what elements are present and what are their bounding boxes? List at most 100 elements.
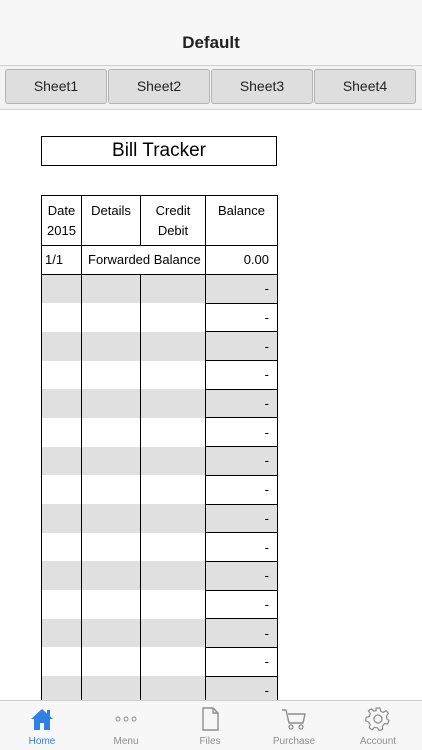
cell-credit-debit[interactable] bbox=[140, 647, 206, 677]
cell-details[interactable] bbox=[81, 475, 141, 504]
sheet-title[interactable]: Bill Tracker bbox=[41, 136, 277, 166]
cell-balance[interactable]: - bbox=[205, 331, 278, 361]
tab-sheet2[interactable]: Sheet2 bbox=[108, 69, 210, 104]
cell-credit-debit[interactable] bbox=[140, 561, 206, 591]
home-icon bbox=[31, 709, 53, 730]
tab-menu-label: Menu bbox=[113, 736, 139, 747]
cell-date[interactable] bbox=[41, 417, 82, 447]
table-row: - bbox=[41, 302, 278, 332]
cell-credit-debit[interactable] bbox=[140, 389, 206, 418]
table-row: - bbox=[41, 388, 278, 418]
cell-details[interactable]: Forwarded Balance bbox=[81, 245, 206, 275]
table-row: - bbox=[41, 618, 278, 648]
cell-date[interactable] bbox=[41, 389, 82, 418]
cell-date[interactable] bbox=[41, 532, 82, 562]
bill-tracker-table: Date 2015 Details Credit Debit Balance 1… bbox=[41, 195, 278, 705]
table-row: - bbox=[41, 646, 278, 677]
cell-details[interactable] bbox=[81, 590, 141, 619]
cell-date[interactable]: 1/1 bbox=[41, 245, 82, 275]
navigation-bar: Default bbox=[0, 0, 422, 66]
more-dots-icon bbox=[115, 716, 137, 722]
header-details[interactable]: Details bbox=[81, 195, 141, 246]
cell-balance[interactable]: - bbox=[205, 589, 278, 619]
cell-balance[interactable]: - bbox=[205, 446, 278, 476]
cell-balance[interactable]: - bbox=[205, 560, 278, 591]
header-balance[interactable]: Balance bbox=[205, 195, 278, 246]
cart-icon bbox=[282, 709, 306, 730]
cell-details[interactable] bbox=[81, 532, 141, 562]
cell-credit-debit[interactable] bbox=[140, 618, 206, 648]
tab-sheet3[interactable]: Sheet3 bbox=[211, 69, 313, 104]
cell-details[interactable] bbox=[81, 360, 141, 390]
header-credit-debit[interactable]: Credit Debit bbox=[140, 195, 206, 246]
cell-details[interactable] bbox=[81, 647, 141, 677]
cell-details[interactable] bbox=[81, 618, 141, 648]
tab-account-label: Account bbox=[359, 736, 397, 747]
cell-credit-debit[interactable] bbox=[140, 504, 206, 533]
table-row: - bbox=[41, 589, 278, 619]
table-row: - bbox=[41, 274, 278, 304]
tab-purchase[interactable]: Purchase bbox=[252, 701, 336, 750]
table-row: - bbox=[41, 446, 278, 476]
cell-date[interactable] bbox=[41, 590, 82, 619]
table-row: - bbox=[41, 532, 278, 562]
cell-credit-debit[interactable] bbox=[140, 331, 206, 361]
table-row: - bbox=[41, 560, 278, 591]
header-debit-label: Debit bbox=[157, 223, 189, 238]
cell-balance[interactable]: - bbox=[205, 417, 278, 447]
bottom-tab-bar: Home Menu Files Purchase Account bbox=[0, 700, 422, 750]
cell-date[interactable] bbox=[41, 475, 82, 504]
page-title: Default bbox=[182, 33, 240, 52]
cell-credit-debit[interactable] bbox=[140, 590, 206, 619]
cell-credit-debit[interactable] bbox=[140, 417, 206, 447]
cell-date[interactable] bbox=[41, 618, 82, 648]
tab-home-label: Home bbox=[28, 736, 56, 747]
cell-credit-debit[interactable] bbox=[140, 303, 206, 332]
tab-account[interactable]: Account bbox=[336, 701, 420, 750]
tab-sheet1[interactable]: Sheet1 bbox=[5, 69, 107, 104]
cell-credit-debit[interactable] bbox=[140, 475, 206, 504]
table-row: - bbox=[41, 331, 278, 361]
cell-details[interactable] bbox=[81, 561, 141, 591]
header-row: Date 2015 Details Credit Debit Balance bbox=[41, 195, 278, 246]
header-details-label: Details bbox=[91, 203, 131, 218]
table-row-forwarded: 1/1 Forwarded Balance 0.00 bbox=[41, 245, 278, 275]
cell-date[interactable] bbox=[41, 303, 82, 332]
header-date[interactable]: Date 2015 bbox=[41, 195, 82, 246]
cell-balance[interactable]: - bbox=[205, 274, 278, 304]
cell-details[interactable] bbox=[81, 303, 141, 332]
cell-details[interactable] bbox=[81, 389, 141, 418]
cell-date[interactable] bbox=[41, 360, 82, 390]
cell-date[interactable] bbox=[41, 561, 82, 591]
cell-balance[interactable]: - bbox=[205, 503, 278, 533]
cell-balance[interactable]: 0.00 bbox=[205, 245, 278, 275]
cell-date[interactable] bbox=[41, 274, 82, 304]
cell-details[interactable] bbox=[81, 504, 141, 533]
tab-menu[interactable]: Menu bbox=[84, 701, 168, 750]
cell-credit-debit[interactable] bbox=[140, 532, 206, 562]
cell-balance[interactable]: - bbox=[205, 302, 278, 332]
cell-balance[interactable]: - bbox=[205, 532, 278, 562]
cell-credit-debit[interactable] bbox=[140, 360, 206, 390]
cell-date[interactable] bbox=[41, 331, 82, 361]
header-date-label: Date bbox=[47, 203, 76, 218]
header-credit-label: Credit bbox=[155, 203, 191, 218]
cell-balance[interactable]: - bbox=[205, 618, 278, 648]
cell-details[interactable] bbox=[81, 274, 141, 304]
cell-date[interactable] bbox=[41, 647, 82, 677]
tab-home[interactable]: Home bbox=[0, 701, 84, 750]
cell-date[interactable] bbox=[41, 446, 82, 476]
cell-balance[interactable]: - bbox=[205, 388, 278, 418]
cell-details[interactable] bbox=[81, 417, 141, 447]
cell-credit-debit[interactable] bbox=[140, 274, 206, 304]
tab-files[interactable]: Files bbox=[168, 701, 252, 750]
cell-date[interactable] bbox=[41, 504, 82, 533]
tab-sheet4[interactable]: Sheet4 bbox=[314, 69, 416, 104]
cell-credit-debit[interactable] bbox=[140, 446, 206, 476]
cell-details[interactable] bbox=[81, 331, 141, 361]
cell-balance[interactable]: - bbox=[205, 474, 278, 504]
tab-purchase-label: Purchase bbox=[272, 736, 316, 747]
cell-balance[interactable]: - bbox=[205, 360, 278, 390]
cell-balance[interactable]: - bbox=[205, 646, 278, 677]
cell-details[interactable] bbox=[81, 446, 141, 476]
